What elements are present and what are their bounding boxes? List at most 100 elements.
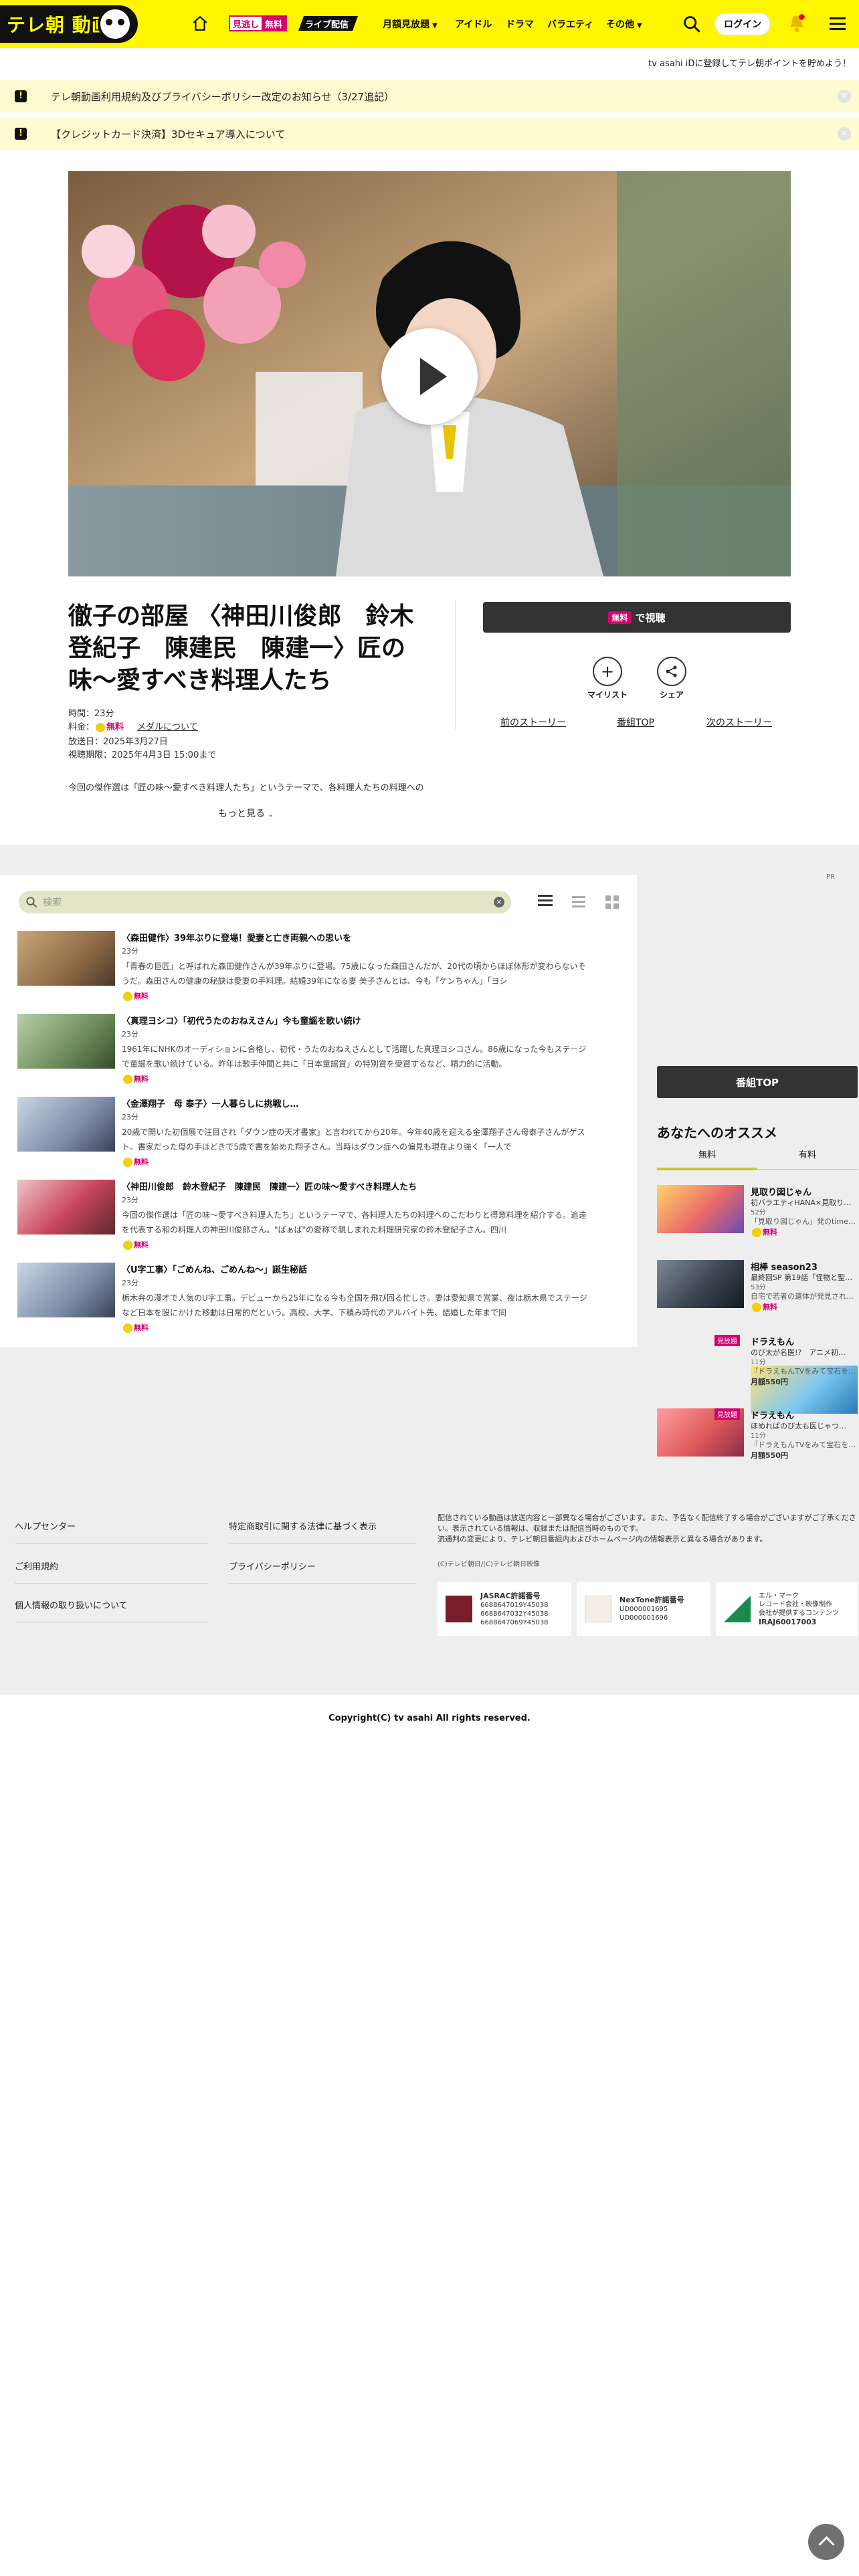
recommend-title: 相棒 season23	[751, 1263, 818, 1273]
close-icon[interactable]: ×	[838, 90, 851, 103]
footer-link-commerce-law[interactable]: 特定商取引に関する法律に基づく表示	[229, 1519, 416, 1543]
notice-text: テレ朝動画利用規約及びプライバシーポリシー改定のお知らせ（3/27追記）	[51, 90, 395, 103]
share-button[interactable]	[657, 657, 686, 686]
recommend-duration: 52分	[751, 1209, 766, 1216]
footer-link-help[interactable]: ヘルプセンター	[15, 1519, 209, 1543]
back-to-top-button[interactable]	[808, 2524, 844, 2560]
notice-bar[interactable]: 【クレジットカード決済】3Dセキュア導入について ×	[0, 118, 859, 150]
bell-icon[interactable]	[788, 13, 805, 33]
recommend-title: ドラえもん	[751, 1337, 795, 1348]
login-button[interactable]: ログイン	[714, 13, 771, 35]
menu-other[interactable]: その他 ▼	[606, 17, 642, 31]
more-button[interactable]: もっと見る ⌄	[218, 807, 274, 820]
coin-icon	[752, 1303, 761, 1312]
menu-idol[interactable]: アイドル	[455, 17, 492, 31]
episode-item[interactable]: 〈金澤翔子 母 泰子〉一人暮らしに挑戦し… 23分 20歳で開いた初個展で注目さ…	[17, 1097, 619, 1178]
license-text: NexTone許諾番号 UD000001695 UD000001696	[619, 1596, 684, 1622]
license-detail: レコード会社・映像制作	[759, 1600, 832, 1608]
next-story-link[interactable]: 次のストーリー	[706, 716, 772, 729]
price-label: 無料	[763, 1303, 777, 1311]
license-text: エル・マーク レコード会社・映像制作 会社が提供するコンテンツ IRAJ6001700…	[759, 1592, 839, 1627]
tab-paid[interactable]: 有料	[757, 1148, 858, 1160]
watch-free-button[interactable]: 無料 で視聴	[483, 602, 791, 633]
episode-title: 〈森田健作〉39年ぶりに登場！愛妻と亡き両親への思いを	[122, 934, 352, 944]
home-icon[interactable]	[191, 15, 209, 32]
program-top-button[interactable]: 番組TOP	[657, 1066, 858, 1098]
coin-icon	[96, 722, 106, 732]
search-icon[interactable]	[682, 15, 701, 33]
list-view-icon[interactable]	[538, 895, 553, 909]
logo-text: テレ朝 動画	[7, 14, 111, 36]
footer-link-privacy-handling[interactable]: 個人情報の取り扱いについて	[15, 1598, 209, 1622]
episode-search-box[interactable]: 検索 ×	[19, 891, 511, 914]
episode-title: 〈真理ヨシコ〉「初代うたのおねえさん」今も童謡を歌い続け	[122, 1016, 361, 1027]
hamburger-menu-icon[interactable]	[830, 17, 846, 31]
tab-divider	[757, 1169, 858, 1170]
menu-drama[interactable]: ドラマ	[506, 17, 534, 31]
license-text: JASRAC許諾番号 6688647019Y45038 6688647032Y450…	[480, 1592, 549, 1627]
program-top-link[interactable]: 番組TOP	[617, 716, 654, 729]
recommend-price: 無料	[751, 1301, 777, 1312]
menu-subscription[interactable]: 月額見放題 ▼	[383, 17, 438, 31]
episode-duration: 23分	[122, 947, 138, 956]
free-row: 無料	[122, 1156, 149, 1167]
episode-thumbnail	[17, 1263, 115, 1317]
episode-item[interactable]: 〈神田川俊郎 鈴木登紀子 陳建民 陳建一〉匠の味〜愛すべき料理人たち 23分 今…	[17, 1180, 619, 1261]
footer-link-terms[interactable]: ご利用規約	[15, 1560, 209, 1584]
episode-thumbnail	[17, 931, 115, 986]
search-icon	[26, 897, 37, 908]
mylist-button[interactable]: +	[593, 657, 622, 686]
recommend-subtitle: 最終回SP 第19話「怪物と聖…	[751, 1273, 853, 1282]
episode-item[interactable]: 〈U字工事〉「ごめんね、ごめんね〜」誕生秘話 23分 栃木弁の漫才で人気のU字工…	[17, 1263, 619, 1344]
tab-free[interactable]: 無料	[657, 1148, 757, 1160]
site-logo[interactable]: テレ朝 動画	[0, 5, 138, 43]
notice-icon	[15, 90, 27, 102]
lmark-logo-icon	[724, 1596, 751, 1622]
notice-icon	[15, 128, 27, 140]
recommend-item[interactable]: 相棒 season23 最終回SP 第19話「怪物と聖… 53分 自宅で若者の遺…	[657, 1260, 858, 1313]
badge-free: 無料	[262, 17, 286, 30]
site-header: テレ朝 動画 見逃し 無料 ライブ配信 月額見放題 ▼ アイドル ドラマ バラエテ…	[0, 0, 859, 48]
grid-view-icon[interactable]	[605, 895, 619, 909]
recommend-title: 見取り図じゃん	[751, 1188, 812, 1198]
clear-icon[interactable]: ×	[494, 897, 504, 907]
free-catchup-link[interactable]: 見逃し 無料	[229, 15, 288, 31]
copyright: Copyright(C) tv asahi All rights reserve…	[328, 1713, 531, 1723]
episode-thumbnail	[17, 1097, 115, 1152]
watch-period: 視聴期限：2025年4月3日 15:00まで	[68, 750, 217, 760]
episode-item[interactable]: 〈真理ヨシコ〉「初代うたのおねえさん」今も童謡を歌い続け 23分 1961年にN…	[17, 1014, 619, 1095]
mylist-label: マイリスト	[587, 690, 628, 700]
promo-text[interactable]: tv asahi iDに登録してテレ朝ポイントを貯めよう！	[648, 56, 851, 69]
live-link[interactable]: ライブ配信	[298, 16, 358, 31]
free-label: 無料	[134, 1323, 149, 1332]
medal-link[interactable]: メダルについて	[137, 722, 198, 732]
recommend-item[interactable]: 見取り図じゃん 初バラエティHANA×見取り… 52分 「見取り図じゃん」発のt…	[657, 1185, 858, 1239]
episode-text: 20歳で開いた初個展で注目され「ダウン症の天才書家」と言われてから20年。今年4…	[122, 1128, 585, 1152]
episode-item[interactable]: 〈森田健作〉39年ぶりに登場！愛妻と亡き両親への思いを 23分 「青春の巨匠」と…	[17, 931, 619, 1012]
aired-date: 放送日：2025年3月27日	[68, 737, 168, 747]
menu-label: その他	[606, 19, 634, 30]
episode-text: 1961年にNHKのオーディションに合格し、初代・うたのおねえさんとして活躍した…	[122, 1045, 587, 1069]
recommend-item[interactable]: 見放題 ドラえもん のび太が名医!? アニメ初… 11分 『ドラえもんTVをみて…	[657, 1335, 858, 1414]
prev-story-link[interactable]: 前のストーリー	[500, 716, 566, 729]
close-icon[interactable]: ×	[838, 127, 851, 140]
menu-variety[interactable]: バラエティ	[547, 17, 593, 31]
notice-bar[interactable]: テレ朝動画利用規約及びプライバシーポリシー改定のお知らせ（3/27追記） ×	[0, 80, 859, 112]
compact-view-icon[interactable]	[571, 895, 586, 909]
coin-icon	[123, 1241, 132, 1250]
free-label: 無料	[134, 1241, 149, 1249]
footer-link-privacy-policy[interactable]: プライバシーポリシー	[229, 1560, 416, 1584]
play-button[interactable]	[381, 328, 478, 425]
duration: 時間：23分	[68, 709, 114, 719]
nextone-logo-icon	[585, 1596, 611, 1622]
mascot-icon	[98, 7, 132, 41]
recommend-item[interactable]: 見放題 ドラえもん ほめればのび太も医じゃつ… 11分 『ドラえもんTVをみて宝…	[657, 1408, 858, 1462]
free-row: 無料	[122, 990, 149, 1001]
coin-icon	[123, 992, 132, 1001]
price-label: 料金：	[68, 722, 95, 732]
recommend-duration: 11分	[751, 1432, 766, 1440]
recommend-thumbnail	[657, 1260, 744, 1308]
price-row: 料金： 無料 メダルについて	[68, 720, 198, 732]
footer-note: 配信されている動画は放送内容と一部異なる場合がございます。また、予告なく配信終了…	[438, 1513, 856, 1543]
license-number: 6688647069Y45038	[480, 1618, 549, 1626]
